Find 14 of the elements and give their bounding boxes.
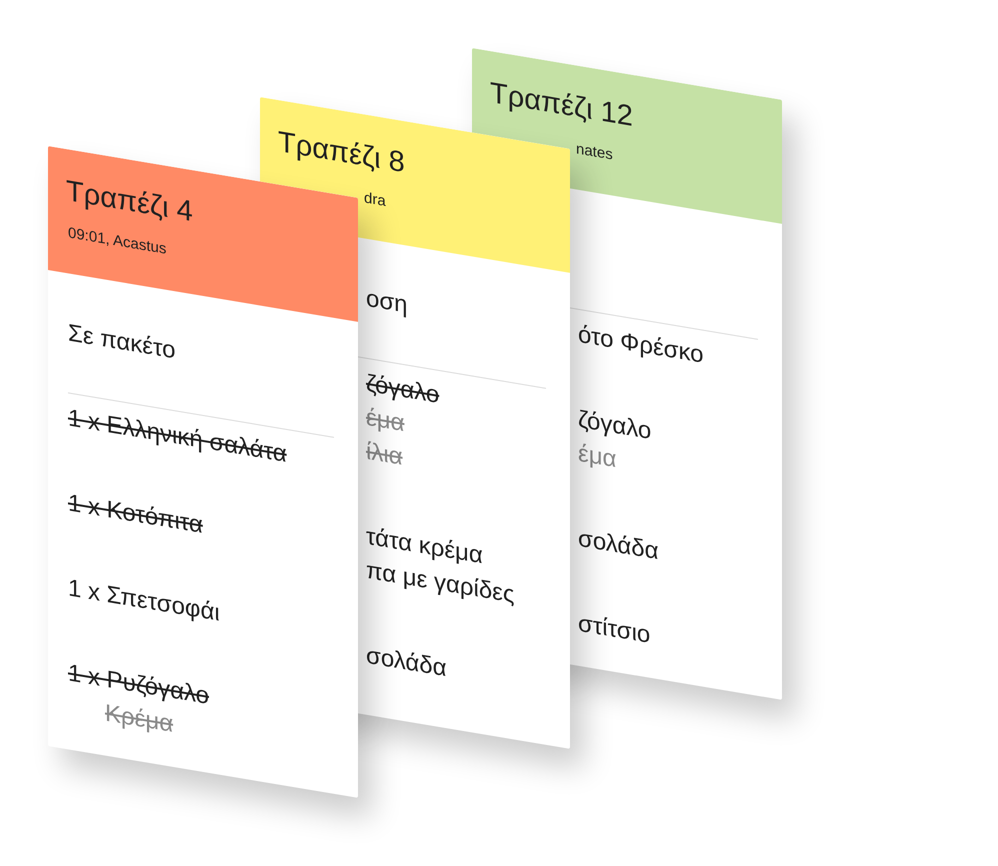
order-item: σολάδα [578,524,658,568]
table-title: Τραπέζι 12 [490,76,633,135]
item-modifier: ίλια [366,436,403,473]
order-note: Σε πακέτο [68,318,176,366]
order-item: ότο Φρέσκο [578,320,704,371]
order-item: σολάδα [366,640,446,684]
table-title: Τραπέζι 8 [278,125,405,182]
order-item: στίτσιο [578,608,650,651]
order-note: οση [366,283,408,320]
order-item: 1 x Κοτόπιτα [68,488,203,541]
order-item: 1 x Σπετσοφάι [68,573,220,629]
order-info: nates [576,139,613,166]
order-item: 1 x Ελληνική σαλάτα [68,403,287,470]
order-info: dra [364,188,386,212]
